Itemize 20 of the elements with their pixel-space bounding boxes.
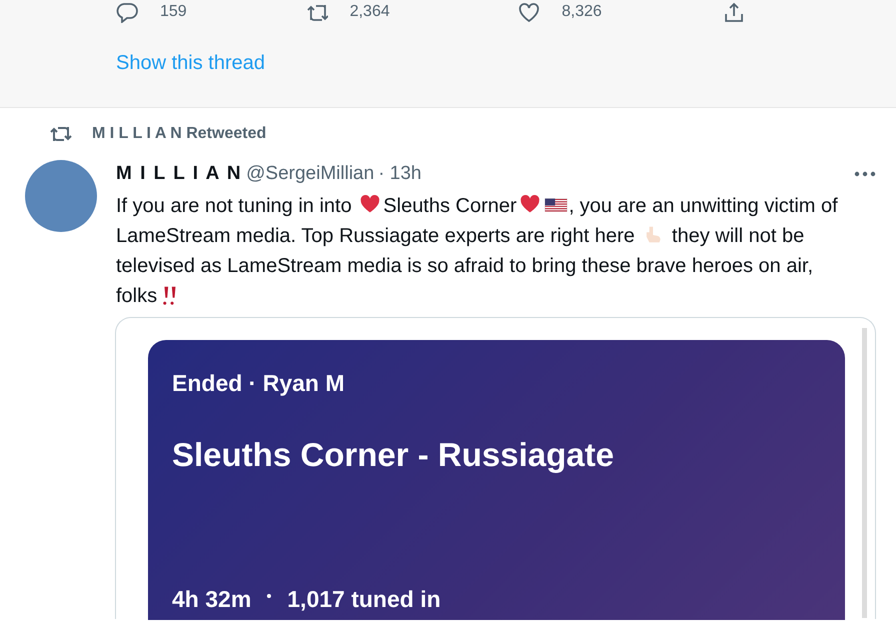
tweet-time[interactable]: · 13h: [378, 160, 422, 188]
scrollbar[interactable]: [862, 328, 867, 618]
reply-icon[interactable]: [116, 1, 138, 23]
retweeted-by-label: M I L L I A N Retweeted: [92, 124, 266, 144]
space-status: Ended · Ryan M: [172, 368, 346, 398]
action-count: 159: [160, 2, 187, 22]
author-handle[interactable]: @SergeiMillian: [246, 160, 374, 188]
action-count: 2,364: [350, 2, 390, 22]
tweet-text: If you are not tuning in into Sleuths Corner , you are an unwitting victim of LameStream media. Top Russiagate experts are right here they will not be televised as LameStream media is so afraid to bring these brave heroes on air, folks: [116, 192, 839, 308]
author-name[interactable]: M I L L I A N: [116, 160, 242, 188]
space-duration: 4h 32m: [172, 584, 252, 614]
space-title: Sleuths Corner - Russiagate: [172, 435, 615, 475]
retweet-icon: [50, 125, 72, 143]
share-icon[interactable]: [722, 1, 745, 23]
space-card[interactable]: Ended · Ryan M Sleuths Corner - Russiagate 4h 32m 1,017 tuned in: [148, 340, 845, 620]
action-count: 8,326: [562, 2, 602, 22]
listener-count: 1,017 tuned in: [287, 584, 441, 614]
separator-dot-icon: [267, 594, 272, 598]
heart-outline-icon[interactable]: [518, 1, 540, 23]
more-icon[interactable]: [854, 171, 876, 178]
